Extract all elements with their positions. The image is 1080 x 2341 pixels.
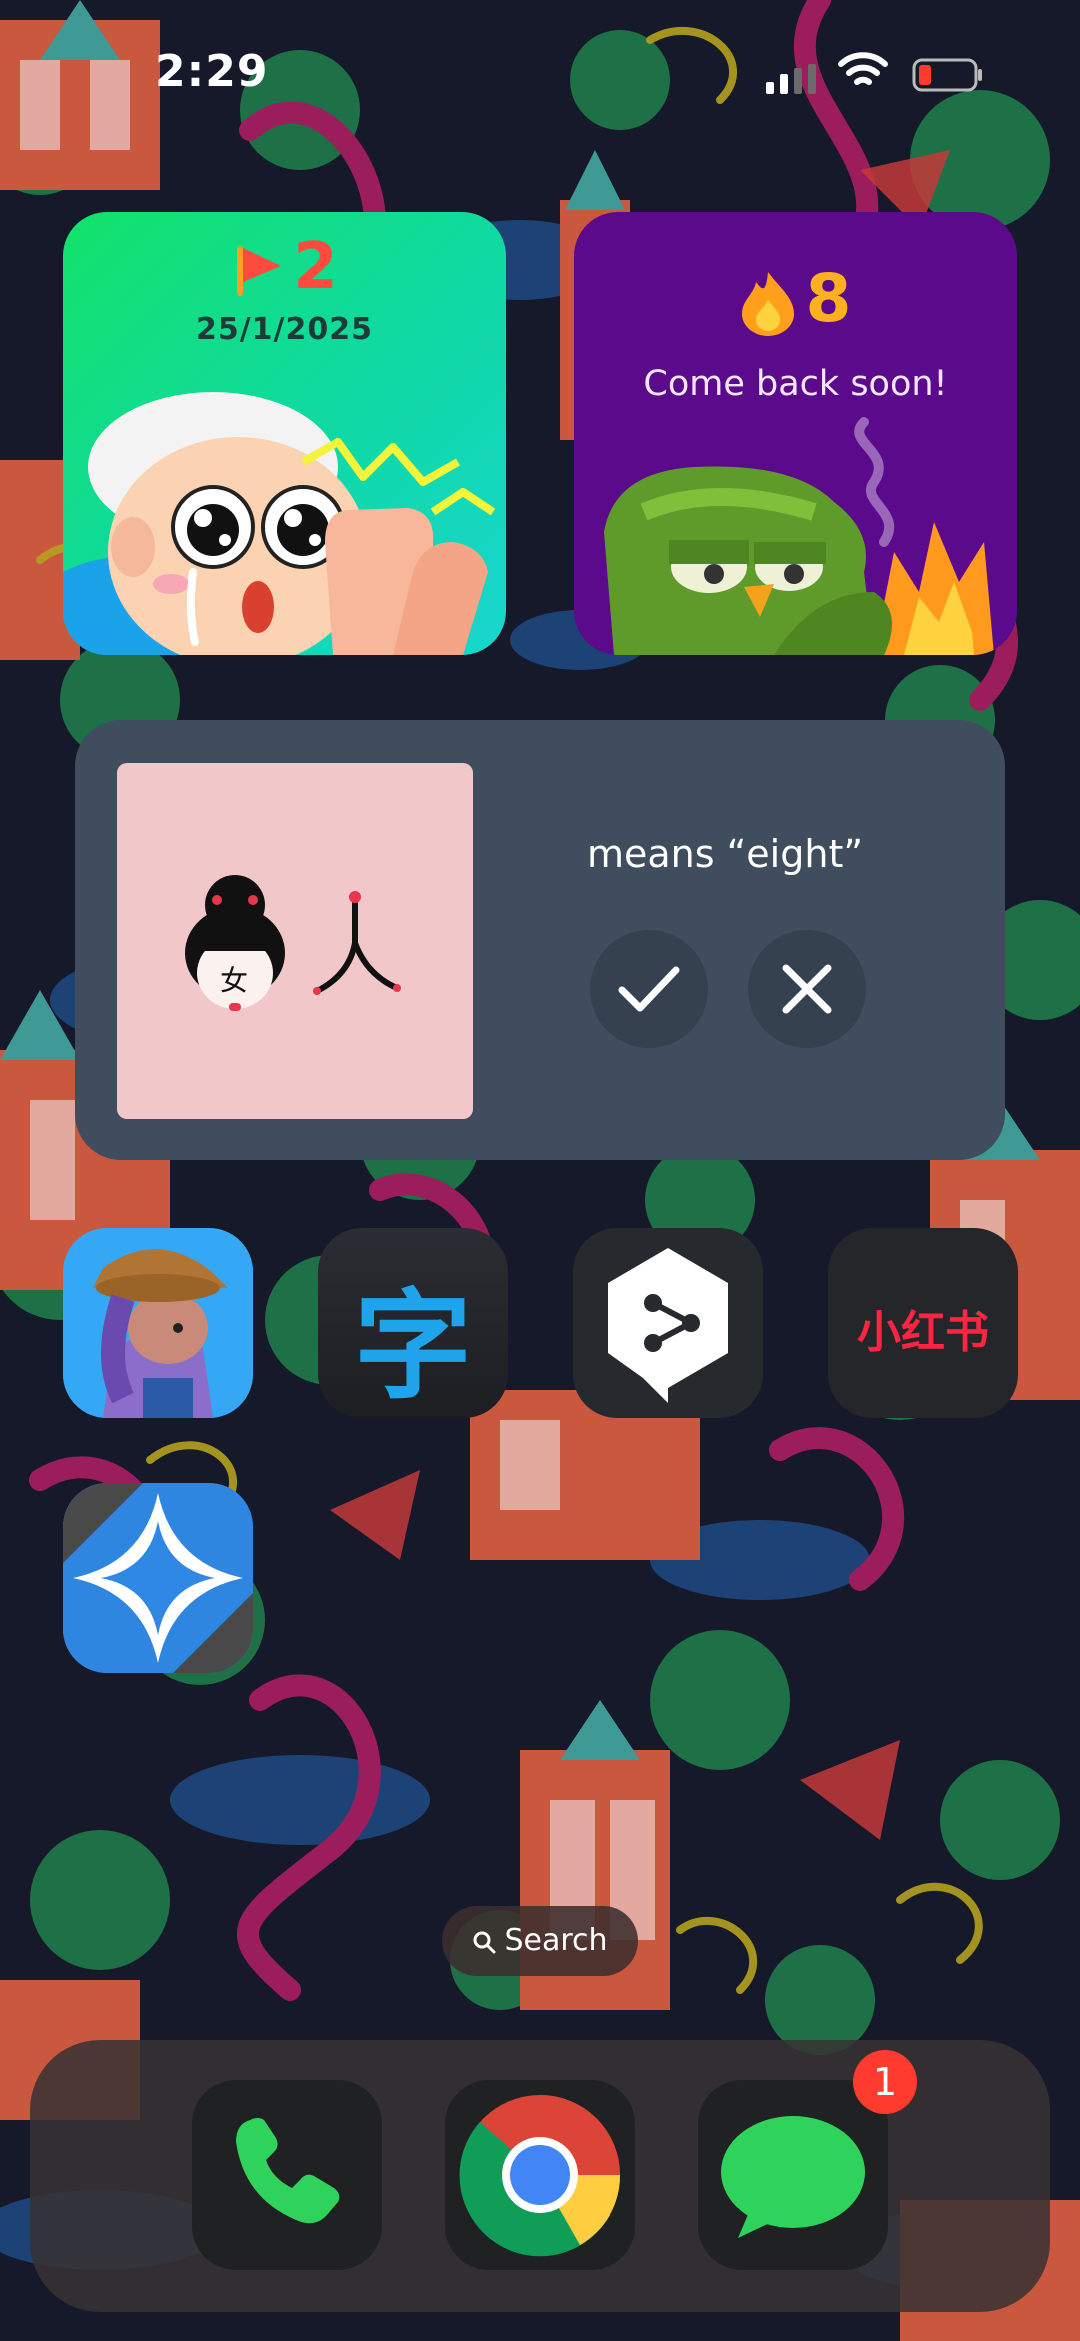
phone-icon [236,2118,340,2224]
flashcard-widget: 女 means “eight” [75,720,1005,1160]
zi-character-app-icon[interactable]: 字 [318,1228,508,1418]
character-illustration [185,875,401,1011]
explorer-character-icon [63,1228,253,1418]
battery-icon [912,58,982,92]
xiaohongshu-app-icon[interactable]: 小红书 [828,1228,1018,1418]
zi-glyph: 字 [353,1277,472,1415]
sleepy-owl-illustration [604,417,994,655]
phone-app-icon[interactable] [192,2080,382,2270]
search-button[interactable]: Search [442,1906,638,1976]
xiaohongshu-label: 小红书 [857,1307,989,1358]
messages-notification-badge: 1 [853,2050,917,2114]
status-bar: 2:29 [0,0,1080,140]
status-time: 2:29 [155,46,269,97]
close-icon [782,964,832,1014]
streak-widget[interactable]: 2 25/1/2025 [63,212,506,655]
checkmark-icon [618,966,680,1012]
card-character: 女 [220,964,249,997]
flashcard-image[interactable]: 女 [117,763,473,1119]
messages-app-icon[interactable] [698,2080,888,2270]
chrome-app-icon[interactable] [445,2080,635,2270]
message-bubble-icon [721,2116,865,2238]
correct-button[interactable] [590,930,708,1048]
four-point-star-icon [63,1483,253,1673]
search-icon [473,1931,496,1953]
game-app-icon[interactable] [63,1228,253,1418]
incorrect-button[interactable] [748,930,866,1048]
wifi-icon [838,52,888,85]
flashcard-prompt: means “eight” [586,832,864,876]
cellular-signal-icon [766,64,816,94]
surprised-character-illustration [63,392,496,655]
chrome-icon [459,2095,621,2257]
star-app-icon[interactable] [63,1483,253,1673]
deepl-logo-icon [608,1248,728,1403]
search-label: Search [504,1923,608,1958]
deepl-app-icon[interactable] [573,1228,763,1418]
streak-reminder-widget[interactable]: 8 Come back soon! [574,212,1017,655]
